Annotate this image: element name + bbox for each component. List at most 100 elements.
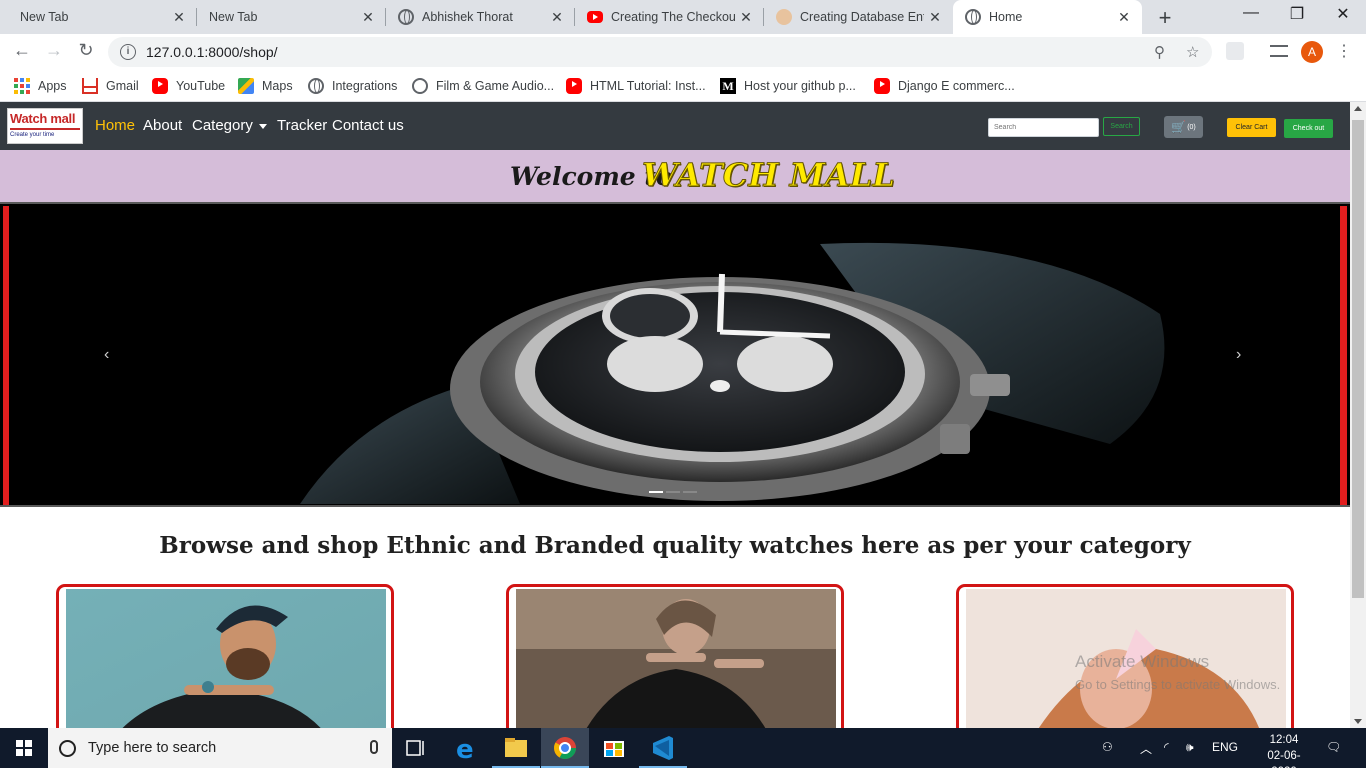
store-icon[interactable] (590, 728, 638, 768)
activate-windows-title: Activate Windows (1075, 652, 1210, 671)
windows-start-icon[interactable] (16, 740, 32, 756)
category-image (66, 589, 386, 728)
svg-text:e: e (456, 735, 474, 765)
carousel-indicator[interactable] (683, 491, 697, 493)
site-info-icon[interactable]: i (120, 44, 136, 60)
category-card-women[interactable] (506, 584, 844, 728)
page-scrollbar[interactable] (1350, 102, 1366, 728)
reload-button[interactable]: ↻ (74, 40, 98, 61)
url-text: 127.0.0.1:8000/shop/ (146, 44, 278, 60)
tab-title: New Tab (20, 10, 69, 24)
extension-icon[interactable] (1226, 42, 1244, 60)
carousel-next-button[interactable]: › (1236, 346, 1241, 364)
taskbar-clock[interactable]: 12:04 02-06-2020 (1262, 732, 1306, 780)
tab-creating-checkout[interactable]: Creating The Checkout ✕ (575, 0, 764, 34)
bookmark-label: Integrations (332, 79, 398, 93)
windows-taskbar: Type here to search e ⚇ ︿ ◜ 🕪 ENG 12:04 … (0, 728, 1366, 778)
maps-icon (238, 78, 254, 94)
scroll-up-icon[interactable] (1354, 106, 1362, 111)
bookmark-maps[interactable]: Maps (238, 76, 293, 96)
wifi-icon[interactable]: ◜ (1164, 740, 1169, 754)
nav-contact[interactable]: Contact us (332, 117, 404, 134)
language-indicator[interactable]: ENG (1212, 740, 1238, 754)
tab-close-icon[interactable]: ✕ (171, 9, 187, 25)
logo-tagline: Create your time (10, 132, 55, 138)
tab-abhishek-thorat[interactable]: Abhishek Thorat ✕ (386, 0, 575, 34)
edge-icon[interactable]: e (442, 728, 490, 768)
search-input[interactable] (988, 118, 1099, 137)
file-explorer-icon[interactable] (492, 728, 540, 768)
search-button[interactable]: Search (1103, 117, 1140, 136)
bookmarks-bar: Apps Gmail YouTube Maps Integrations Fil… (0, 70, 1366, 102)
clear-cart-button[interactable]: Clear Cart (1227, 118, 1276, 137)
people-icon[interactable]: ⚇ (1102, 740, 1113, 754)
carousel-prev-button[interactable]: ‹ (104, 346, 109, 364)
clock-time: 12:04 (1269, 734, 1299, 746)
carousel-indicator[interactable] (649, 491, 663, 493)
carousel-indicator[interactable] (666, 491, 680, 493)
bookmark-film-game-audio[interactable]: Film & Game Audio... (412, 76, 554, 96)
tab-close-icon[interactable]: ✕ (1116, 9, 1132, 25)
bookmark-label: YouTube (176, 79, 226, 93)
carousel-left-border (3, 206, 9, 505)
forward-button[interactable]: → (42, 40, 66, 61)
bookmark-html-tutorial[interactable]: HTML Tutorial: Inst... (566, 76, 706, 96)
chrome-taskbar-icon[interactable] (541, 728, 589, 768)
scroll-down-icon[interactable] (1354, 719, 1362, 724)
film-icon (412, 78, 428, 94)
bookmark-django-ecommerce[interactable]: Django E commerc... (874, 76, 1015, 96)
vscode-icon[interactable] (639, 728, 687, 768)
bookmark-star-icon[interactable]: ☆ (1186, 43, 1199, 61)
tab-close-icon[interactable]: ✕ (360, 9, 376, 25)
tab-home[interactable]: Home ✕ (953, 0, 1142, 34)
bookmark-youtube[interactable]: YouTube (152, 76, 225, 96)
tab-strip: New Tab ✕ New Tab ✕ Abhishek Thorat ✕ Cr… (0, 0, 1366, 34)
checkout-button[interactable]: Check out (1284, 119, 1333, 138)
minimize-button[interactable]: — (1236, 4, 1266, 22)
bookmark-host-github[interactable]: M Host your github p... (720, 76, 856, 96)
bookmark-apps[interactable]: Apps (14, 76, 67, 96)
category-card-men[interactable] (56, 584, 394, 728)
address-bar[interactable]: i 127.0.0.1:8000/shop/ ⚲ ☆ (108, 37, 1212, 67)
tab-creating-database[interactable]: Creating Database Entr ✕ (764, 0, 953, 34)
tab-title: Creating The Checkout (611, 10, 735, 24)
tab-close-icon[interactable]: ✕ (549, 9, 565, 25)
tab-new-tab-2[interactable]: New Tab ✕ (197, 0, 386, 34)
zoom-icon[interactable]: ⚲ (1154, 43, 1165, 61)
volume-icon[interactable]: 🕪 (1186, 740, 1194, 755)
tab-new-tab-1[interactable]: New Tab ✕ (8, 0, 197, 34)
nav-category[interactable]: Category (192, 117, 267, 134)
logo-underline (10, 128, 80, 130)
microphone-icon[interactable] (370, 740, 378, 754)
activate-windows-subtitle: Go to Settings to activate Windows. (1075, 677, 1281, 692)
media-control-icon[interactable] (1270, 45, 1288, 57)
bookmark-label: Maps (262, 79, 293, 93)
profile-avatar[interactable]: A (1301, 41, 1323, 63)
cortana-icon (59, 739, 76, 757)
close-window-button[interactable]: ✕ (1328, 4, 1358, 24)
youtube-icon (587, 11, 603, 23)
notifications-icon[interactable]: 🗨 (1326, 740, 1341, 754)
back-button[interactable]: ← (10, 40, 34, 61)
menu-icon[interactable]: ⋮ (1336, 41, 1352, 61)
restore-button[interactable]: ❐ (1282, 4, 1312, 24)
bookmark-gmail[interactable]: Gmail (82, 76, 139, 96)
site-logo[interactable]: Watch mall Create your time (7, 108, 83, 144)
tab-close-icon[interactable]: ✕ (927, 9, 943, 25)
nav-about[interactable]: About (143, 117, 182, 134)
bookmark-integrations[interactable]: Integrations (308, 76, 397, 96)
tab-title: New Tab (209, 10, 258, 24)
new-tab-button[interactable]: + (1154, 5, 1176, 31)
scrollbar-thumb[interactable] (1352, 120, 1364, 598)
task-view-icon[interactable] (392, 728, 440, 768)
tab-close-icon[interactable]: ✕ (738, 9, 754, 25)
globe-icon (965, 9, 981, 25)
cart-button[interactable]: 🛒 (0) (1164, 116, 1203, 138)
globe-icon (398, 9, 414, 25)
taskbar-search-box[interactable]: Type here to search (48, 728, 392, 768)
chevron-up-icon[interactable]: ︿ (1140, 740, 1152, 757)
tab-title: Creating Database Entr (800, 10, 924, 24)
nav-tracker[interactable]: Tracker (277, 117, 327, 134)
nav-home[interactable]: Home (95, 117, 135, 134)
page-viewport: Watch mall Create your time Home About C… (0, 102, 1350, 728)
